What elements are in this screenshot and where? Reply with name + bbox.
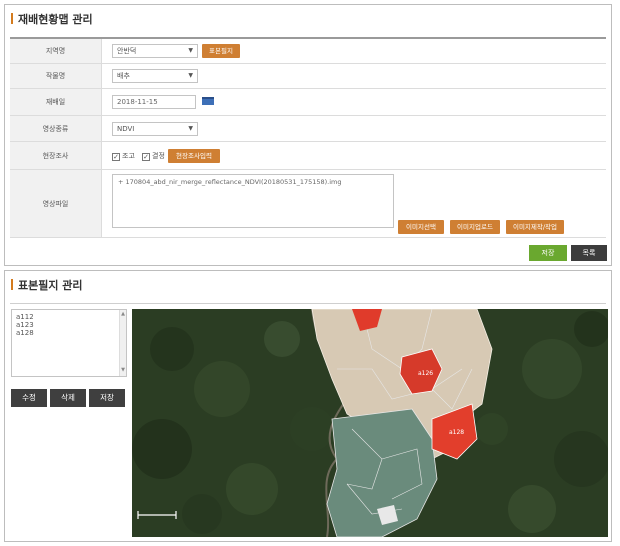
sample-parcel-button[interactable]: 표본필지 xyxy=(202,44,240,58)
sample-parcel-panel: 표본필지 관리 a112 a123 a128 ▲▼ 수정 삭제 저장 a126 xyxy=(4,270,612,542)
region-select-value: 안반덕 xyxy=(117,47,137,55)
save-button[interactable]: 저장 xyxy=(89,389,125,407)
field-survey-input-button[interactable]: 현장조사입력 xyxy=(168,149,220,163)
edit-button[interactable]: 수정 xyxy=(11,389,47,407)
date-input[interactable]: 2018-11-15 xyxy=(112,95,196,109)
survey-row: 현장조사 ✓ 조고 ✓ 결정 현장조사입력 xyxy=(10,142,606,170)
checkbox-1-label: 조고 xyxy=(122,152,135,160)
chevron-down-icon: ▼ xyxy=(188,72,193,79)
crop-label: 작물명 xyxy=(10,64,102,88)
image-file-list[interactable]: + 170804_abd_nir_merge_reflectance_NDVI(… xyxy=(112,174,394,228)
crop-select-value: 배추 xyxy=(117,72,130,80)
panel-title-text: 재배현황맵 관리 xyxy=(18,13,93,26)
save-button[interactable]: 저장 xyxy=(529,245,567,261)
map-label-a128: a128 xyxy=(449,429,464,436)
crop-select[interactable]: 배추 ▼ xyxy=(112,69,198,83)
chevron-down-icon: ▼ xyxy=(188,125,193,132)
region-select[interactable]: 안반덕 ▼ xyxy=(112,44,198,58)
check-icon: ✓ xyxy=(142,153,150,161)
image-file-row: 영상파일 + 170804_abd_nir_merge_reflectance_… xyxy=(10,170,606,238)
list-item[interactable]: a112 xyxy=(16,313,122,321)
title-divider xyxy=(10,303,606,304)
parcel-map[interactable]: a126 a128 xyxy=(132,309,608,537)
calendar-icon[interactable] xyxy=(202,97,214,105)
image-type-row: 영상종류 NDVI ▼ xyxy=(10,116,606,142)
scrollbar[interactable]: ▲ ▼ xyxy=(119,310,126,376)
region-label: 지역명 xyxy=(10,39,102,63)
check-icon: ✓ xyxy=(112,153,120,161)
panel-title: 재배현황맵 관리 xyxy=(11,11,93,27)
parcel-list[interactable]: a112 a123 a128 ▲ ▼ xyxy=(11,309,127,377)
image-make-button[interactable]: 이미지제작/작업 xyxy=(506,220,564,234)
image-upload-button[interactable]: 이미지업로드 xyxy=(450,220,500,234)
chevron-down-icon: ▼ xyxy=(188,47,193,54)
title-marker xyxy=(11,13,13,24)
image-type-select[interactable]: NDVI ▼ xyxy=(112,122,198,136)
list-item[interactable]: a128 xyxy=(16,329,122,337)
list-button[interactable]: 목록 xyxy=(571,245,607,261)
date-row: 재배일 2018-11-15 xyxy=(10,89,606,116)
crop-row: 작물명 배추 ▼ xyxy=(10,64,606,89)
image-file-label: 영상파일 xyxy=(10,170,102,237)
survey-label: 현장조사 xyxy=(10,142,102,169)
checkbox-1[interactable]: ✓ 조고 xyxy=(112,150,135,162)
cultivation-map-panel: 재배현황맵 관리 지역명 안반덕 ▼ 표본필지 작물명 배추 ▼ 재배일 2018-… xyxy=(4,4,612,266)
image-type-label: 영상종류 xyxy=(10,116,102,141)
list-item[interactable]: a123 xyxy=(16,321,122,329)
panel-title-text: 표본필지 관리 xyxy=(18,279,83,292)
date-label: 재배일 xyxy=(10,89,102,115)
delete-button[interactable]: 삭제 xyxy=(50,389,86,407)
panel-title: 표본필지 관리 xyxy=(11,277,83,293)
checkbox-2[interactable]: ✓ 결정 xyxy=(142,150,165,162)
map-label-a126: a126 xyxy=(418,370,433,377)
region-row: 지역명 안반덕 ▼ 표본필지 xyxy=(10,39,606,64)
title-marker xyxy=(11,279,13,290)
image-type-select-value: NDVI xyxy=(117,125,135,133)
image-select-button[interactable]: 이미지선택 xyxy=(398,220,444,234)
checkbox-2-label: 결정 xyxy=(152,152,165,160)
